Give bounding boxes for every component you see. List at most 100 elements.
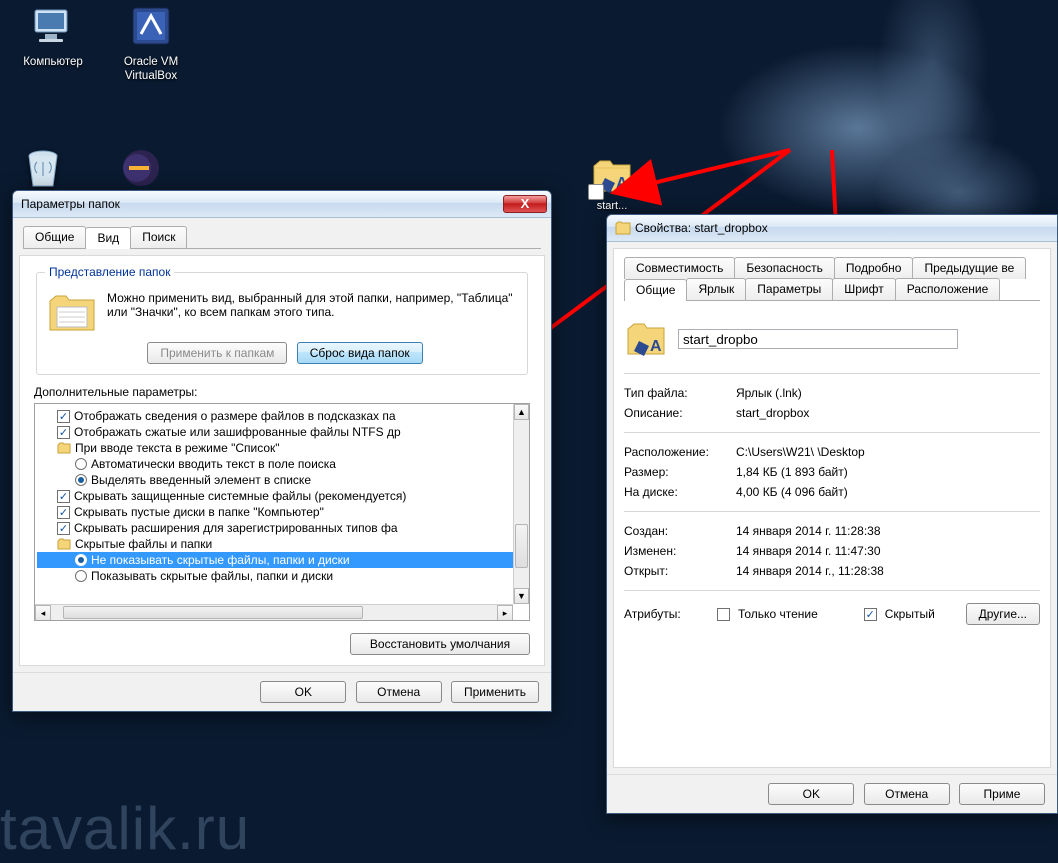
radio-icon[interactable]	[75, 458, 87, 470]
item-label: Скрывать пустые диски в папке "Компьютер…	[74, 505, 324, 519]
desktop-icon-eclipse[interactable]	[106, 144, 176, 196]
field-value: 14 января 2014 г. 11:28:38	[736, 524, 881, 538]
checkbox-icon[interactable]	[57, 522, 70, 535]
shortcut-arrow-icon: ↗	[588, 184, 604, 200]
item-label: Отображать сведения о размере файлов в п…	[74, 409, 396, 423]
scroll-thumb-h[interactable]	[63, 606, 363, 619]
field-value: start_dropbox	[736, 406, 809, 420]
folder-thumbnail-icon	[47, 291, 97, 336]
close-button[interactable]: X	[503, 195, 547, 213]
field-value: Ярлык (.lnk)	[736, 386, 802, 400]
radio-icon[interactable]	[75, 474, 87, 486]
folder-options-dialog: Параметры папок X Общие Вид Поиск Предст…	[12, 190, 552, 712]
ok-button[interactable]: OK	[260, 681, 346, 703]
field-value: 1,84 КБ (1 893 байт)	[736, 465, 848, 479]
scroll-left-button[interactable]: ◂	[35, 605, 51, 621]
restore-defaults-button[interactable]: Восстановить умолчания	[350, 633, 530, 655]
list-item[interactable]: Показывать скрытые файлы, папки и диски	[37, 568, 527, 584]
scroll-thumb[interactable]	[515, 524, 528, 568]
list-item[interactable]: Автоматически вводить текст в поле поиск…	[37, 456, 527, 472]
group-legend: Представление папок	[45, 265, 174, 279]
filename-input[interactable]	[678, 329, 958, 349]
desktop-shortcut-start-dropbox[interactable]: A ↗ start...	[586, 154, 638, 212]
desktop-icon-virtualbox[interactable]: Oracle VM VirtualBox	[106, 4, 196, 84]
folder-icon	[57, 441, 71, 455]
checkbox-icon[interactable]	[57, 490, 70, 503]
horizontal-scrollbar[interactable]: ◂ ▸	[35, 604, 513, 620]
apply-button[interactable]: Приме	[959, 783, 1045, 805]
checkbox-icon[interactable]	[57, 426, 70, 439]
tabs-row-2: Общие Ярлык Параметры Шрифт Расположение	[624, 278, 1040, 301]
tab-details[interactable]: Подробно	[834, 257, 914, 279]
checkbox-icon[interactable]	[57, 410, 70, 423]
list-item[interactable]: При вводе текста в режиме "Список"	[37, 440, 527, 456]
scroll-up-button[interactable]: ▲	[514, 404, 529, 420]
dialog-title: Свойства: start_dropbox	[635, 221, 1053, 235]
apply-button[interactable]: Применить	[451, 681, 539, 703]
item-label: Скрывать защищенные системные файлы (рек…	[74, 489, 406, 503]
cancel-button[interactable]: Отмена	[356, 681, 442, 703]
hidden-label: Скрытый	[885, 607, 935, 621]
cancel-button[interactable]: Отмена	[864, 783, 950, 805]
list-item[interactable]: Скрытые файлы и папки	[37, 536, 527, 552]
radio-icon[interactable]	[75, 554, 87, 566]
folder-views-group: Представление папок Можно применить вид,…	[36, 272, 528, 375]
list-item-selected[interactable]: Не показывать скрытые файлы, папки и дис…	[37, 552, 527, 568]
readonly-checkbox[interactable]	[717, 608, 730, 621]
tab-security[interactable]: Безопасность	[734, 257, 835, 279]
tab-layout[interactable]: Расположение	[895, 278, 1001, 300]
field-key: Тип файла:	[624, 386, 724, 400]
recycle-bin-icon	[19, 144, 67, 192]
folder-shortcut-icon: A ↗	[590, 154, 634, 198]
group-text: Можно применить вид, выбранный для этой …	[107, 291, 517, 319]
tab-general[interactable]: Общие	[23, 226, 86, 248]
field-value: 14 января 2014 г., 11:28:38	[736, 564, 884, 578]
field-value: 14 января 2014 г. 11:47:30	[736, 544, 881, 558]
list-item[interactable]: Скрывать защищенные системные файлы (рек…	[37, 488, 527, 504]
readonly-label: Только чтение	[738, 607, 818, 621]
scroll-right-button[interactable]: ▸	[497, 605, 513, 621]
tab-previous[interactable]: Предыдущие ве	[912, 257, 1026, 279]
tab-compat[interactable]: Совместимость	[624, 257, 735, 279]
tab-view[interactable]: Вид	[85, 227, 131, 249]
list-item[interactable]: Скрывать пустые диски в папке "Компьютер…	[37, 504, 527, 520]
vertical-scrollbar[interactable]: ▲ ▼	[513, 404, 529, 604]
tab-search[interactable]: Поиск	[130, 226, 187, 248]
list-item[interactable]: Выделять введенный элемент в списке	[37, 472, 527, 488]
list-item[interactable]: Скрывать расширения для зарегистрированн…	[37, 520, 527, 536]
tab-general[interactable]: Общие	[624, 279, 687, 301]
advanced-settings-list[interactable]: Отображать сведения о размере файлов в п…	[34, 403, 530, 621]
field-key: Создан:	[624, 524, 724, 538]
apply-to-folders-button: Применить к папкам	[147, 342, 287, 364]
item-label: Автоматически вводить текст в поле поиск…	[91, 457, 336, 471]
checkbox-icon[interactable]	[57, 506, 70, 519]
field-value: 4,00 КБ (4 096 байт)	[736, 485, 848, 499]
item-label: Показывать скрытые файлы, папки и диски	[91, 569, 333, 583]
folder-icon	[57, 537, 71, 551]
eclipse-icon	[117, 144, 165, 192]
tab-params[interactable]: Параметры	[745, 278, 833, 300]
ok-button[interactable]: OK	[768, 783, 854, 805]
advanced-label: Дополнительные параметры:	[34, 385, 530, 399]
desktop-icon-recycle[interactable]	[8, 144, 78, 196]
hidden-checkbox[interactable]	[864, 608, 877, 621]
item-label: Скрытые файлы и папки	[75, 537, 212, 551]
list-item[interactable]: Отображать сведения о размере файлов в п…	[37, 408, 527, 424]
tab-shortcut[interactable]: Ярлык	[686, 278, 746, 300]
tabs: Общие Вид Поиск	[23, 226, 541, 249]
titlebar[interactable]: Свойства: start_dropbox	[607, 215, 1057, 242]
dialog-title: Параметры папок	[21, 197, 503, 211]
desktop-icon-computer[interactable]: Компьютер	[8, 4, 98, 70]
titlebar[interactable]: Параметры папок X	[13, 191, 551, 218]
field-key: Расположение:	[624, 445, 724, 459]
other-attributes-button[interactable]: Другие...	[966, 603, 1040, 625]
field-key: Описание:	[624, 406, 724, 420]
icon-label: start...	[586, 200, 638, 212]
scroll-down-button[interactable]: ▼	[514, 588, 529, 604]
list-item[interactable]: Отображать сжатые или зашифрованные файл…	[37, 424, 527, 440]
radio-icon[interactable]	[75, 570, 87, 582]
reset-folders-button[interactable]: Сброс вида папок	[297, 342, 423, 364]
item-label: Отображать сжатые или зашифрованные файл…	[74, 425, 401, 439]
svg-text:A: A	[650, 338, 662, 355]
tab-font[interactable]: Шрифт	[832, 278, 895, 300]
